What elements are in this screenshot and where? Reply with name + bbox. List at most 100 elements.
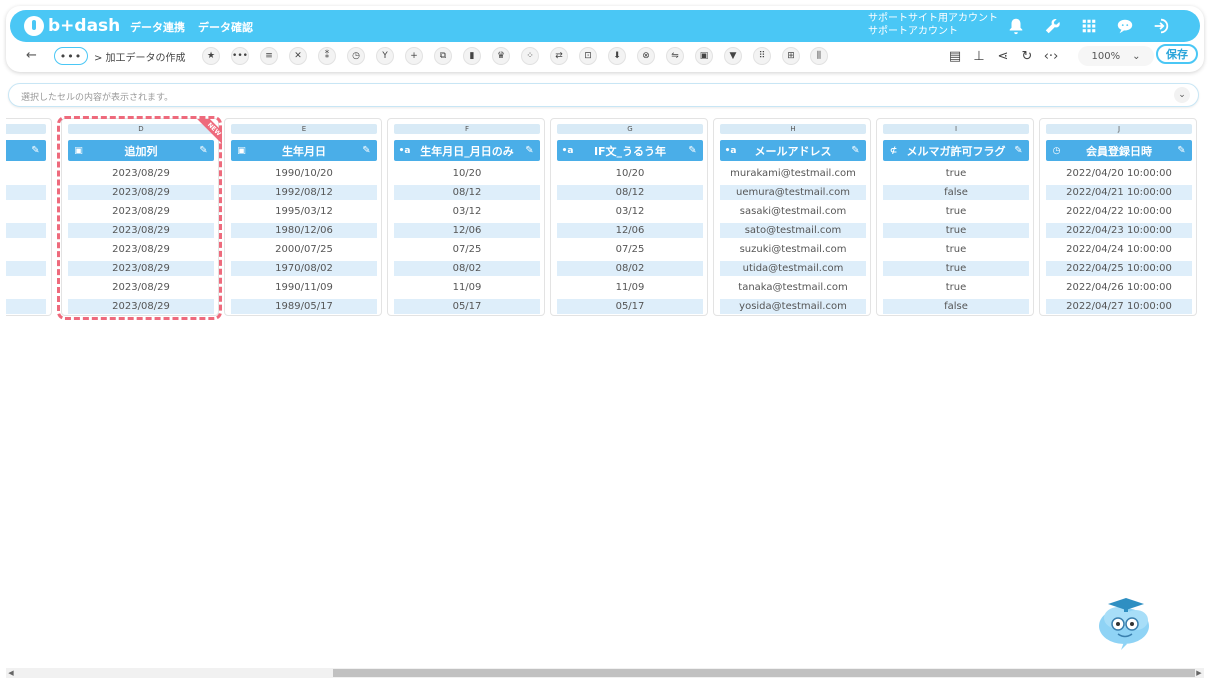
column-d[interactable]: D ▣ 追加列 ✎ 2023/08/29 2023/08/29 2023/08/29 2023…: [61, 118, 219, 316]
trash-icon[interactable]: ▮: [463, 47, 481, 65]
ellipsis-icon[interactable]: •••: [231, 47, 249, 65]
column-letter[interactable]: J: [1046, 124, 1192, 134]
partial-column[interactable]: ✎: [6, 118, 52, 316]
table-cell[interactable]: murakami@testmail.com: [720, 166, 866, 181]
crown-icon[interactable]: ♛: [492, 47, 510, 65]
apps-grid-icon[interactable]: [1078, 15, 1100, 37]
table-cell[interactable]: 2022/04/22 10:00:00: [1046, 204, 1192, 219]
table-cell[interactable]: 1990/10/20: [231, 166, 377, 181]
table-cell[interactable]: 12/06: [394, 223, 540, 238]
column-h[interactable]: H •a メールアドレス ✎ murakami@testmail.com uemura@t…: [713, 118, 871, 316]
chat-support-icon[interactable]: [1114, 15, 1136, 37]
column-g[interactable]: G •a IF文_うるう年 ✎ 10/20 08/12 03/12 12/06 07/25 08/…: [550, 118, 708, 316]
table-cell[interactable]: true: [883, 280, 1029, 295]
table-icon[interactable]: ⊞: [782, 47, 800, 65]
column-letter[interactable]: D: [68, 124, 214, 134]
pencil-icon[interactable]: ✎: [360, 144, 373, 157]
refresh-icon[interactable]: ↻: [1018, 47, 1036, 65]
table-cell[interactable]: 1989/05/17: [231, 299, 377, 314]
share-icon[interactable]: ⋖: [994, 47, 1012, 65]
wrench-icon[interactable]: [1042, 15, 1064, 37]
table-cell[interactable]: 2022/04/24 10:00:00: [1046, 242, 1192, 257]
table-cell[interactable]: sato@testmail.com: [720, 223, 866, 238]
table-cell[interactable]: yosida@testmail.com: [720, 299, 866, 314]
table-cell[interactable]: [6, 242, 46, 257]
table-cell[interactable]: 08/02: [394, 261, 540, 276]
table-cell[interactable]: utida@testmail.com: [720, 261, 866, 276]
table-cell[interactable]: 2023/08/29: [68, 261, 214, 276]
table-cell[interactable]: 2023/08/29: [68, 223, 214, 238]
table-cell[interactable]: 2022/04/27 10:00:00: [1046, 299, 1192, 314]
table-cell[interactable]: suzuki@testmail.com: [720, 242, 866, 257]
table-cell[interactable]: 08/12: [557, 185, 703, 200]
column-e[interactable]: E ▣ 生年月日 ✎ 1990/10/20 1992/08/12 1995/03/12 198…: [224, 118, 382, 316]
scroll-right-icon[interactable]: ▶: [1194, 668, 1204, 678]
column-header[interactable]: •a IF文_うるう年 ✎: [557, 140, 703, 161]
bell-icon[interactable]: [1005, 15, 1027, 37]
column-letter[interactable]: I: [883, 124, 1029, 134]
table-cell[interactable]: 1970/08/02: [231, 261, 377, 276]
table-cell[interactable]: 1995/03/12: [231, 204, 377, 219]
table-cell[interactable]: 10/20: [394, 166, 540, 181]
column-letter[interactable]: E: [231, 124, 377, 134]
lock-icon[interactable]: ⊡: [579, 47, 597, 65]
pencil-icon[interactable]: ✎: [197, 144, 210, 157]
split-icon[interactable]: ⁑: [318, 47, 336, 65]
scroll-left-icon[interactable]: ◀: [6, 668, 16, 678]
filter-icon[interactable]: ▼: [724, 47, 742, 65]
table-cell[interactable]: 2022/04/20 10:00:00: [1046, 166, 1192, 181]
tools-icon[interactable]: ✕: [289, 47, 307, 65]
logo[interactable]: b+dash: [24, 14, 120, 38]
table-cell[interactable]: 03/12: [557, 204, 703, 219]
pencil-icon[interactable]: ✎: [849, 144, 862, 157]
table-cell[interactable]: false: [883, 185, 1029, 200]
table-cell[interactable]: 1992/08/12: [231, 185, 377, 200]
save-button[interactable]: 保存: [1156, 44, 1198, 64]
nav-data-check[interactable]: データ確認: [198, 19, 253, 35]
hierarchy-icon[interactable]: ⊥: [970, 47, 988, 65]
pencil-icon[interactable]: ✎: [523, 144, 536, 157]
table-cell[interactable]: tanaka@testmail.com: [720, 280, 866, 295]
table-cell[interactable]: 2022/04/23 10:00:00: [1046, 223, 1192, 238]
table-cell[interactable]: 1990/11/09: [231, 280, 377, 295]
back-button[interactable]: ←: [26, 48, 37, 63]
grid-dots-icon[interactable]: ⁘: [521, 47, 539, 65]
pencil-icon[interactable]: ✎: [686, 144, 699, 157]
table-cell[interactable]: true: [883, 166, 1029, 181]
table-cell[interactable]: sasaki@testmail.com: [720, 204, 866, 219]
table-cell[interactable]: [6, 299, 46, 314]
logout-icon[interactable]: [1150, 15, 1172, 37]
table-cell[interactable]: 2022/04/25 10:00:00: [1046, 261, 1192, 276]
code-icon[interactable]: ‹·›: [1042, 47, 1060, 65]
cell-content-bar[interactable]: 選択したセルの内容が表示されます。 ⌄: [8, 83, 1199, 107]
table-cell[interactable]: [6, 223, 46, 238]
nav-data-integration[interactable]: データ連携: [130, 19, 185, 35]
column-header[interactable]: ▣ 追加列 ✎: [68, 140, 214, 161]
table-cell[interactable]: 08/02: [557, 261, 703, 276]
table-cell[interactable]: 11/09: [394, 280, 540, 295]
table-cell[interactable]: 05/17: [557, 299, 703, 314]
table-cell[interactable]: 1980/12/06: [231, 223, 377, 238]
column-header[interactable]: ◷ 会員登録日時 ✎: [1046, 140, 1192, 161]
column-letter[interactable]: H: [720, 124, 866, 134]
table-cell[interactable]: [6, 280, 46, 295]
table-cell[interactable]: 2023/08/29: [68, 280, 214, 295]
column-letter[interactable]: G: [557, 124, 703, 134]
repeat-icon[interactable]: ⇄: [550, 47, 568, 65]
table-cell[interactable]: 2023/08/29: [68, 299, 214, 314]
table-cell[interactable]: [6, 204, 46, 219]
table-cell[interactable]: true: [883, 223, 1029, 238]
table-cell[interactable]: true: [883, 261, 1029, 276]
table-cell[interactable]: 2023/08/29: [68, 166, 214, 181]
table-cell[interactable]: 08/12: [394, 185, 540, 200]
table-cell[interactable]: 07/25: [394, 242, 540, 257]
account-info[interactable]: サポートサイト用アカウント サポートアカウント: [868, 12, 998, 38]
scrollbar-thumb[interactable]: [333, 669, 1195, 677]
column-header[interactable]: •a メールアドレス ✎: [720, 140, 866, 161]
cancel-icon[interactable]: ⊗: [637, 47, 655, 65]
table-cell[interactable]: 03/12: [394, 204, 540, 219]
table-cell[interactable]: 2023/08/29: [68, 242, 214, 257]
table-cell[interactable]: 05/17: [394, 299, 540, 314]
plus-icon[interactable]: +: [405, 47, 423, 65]
table-cell[interactable]: [6, 261, 46, 276]
